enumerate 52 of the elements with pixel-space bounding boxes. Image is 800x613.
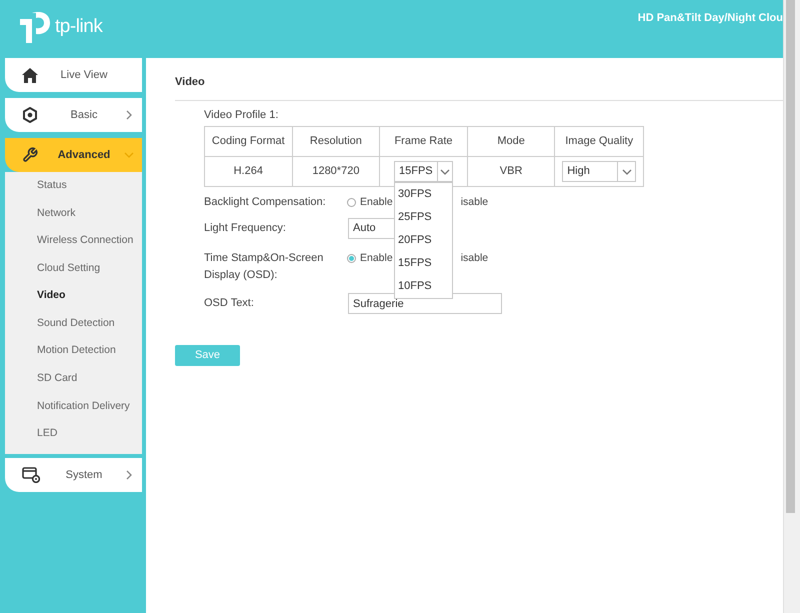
submenu-item[interactable]: Video bbox=[5, 282, 142, 310]
column-header: Frame Rate bbox=[380, 127, 468, 157]
column-header: Mode bbox=[468, 127, 556, 157]
submenu-item[interactable]: Wireless Connection bbox=[5, 227, 142, 255]
radio-option[interactable]: isable bbox=[460, 251, 488, 267]
table-cell-text: 1280*720 bbox=[312, 164, 360, 180]
product-title: HD Pan&Tilt Day/Night Clou bbox=[638, 11, 783, 26]
osd-text-field[interactable]: Sufragerie bbox=[348, 293, 502, 314]
profile-label: Video Profile 1: bbox=[204, 108, 280, 122]
column-header: Resolution bbox=[292, 127, 380, 157]
chevron-icon bbox=[622, 166, 632, 176]
home-icon bbox=[22, 68, 38, 82]
nav-item[interactable]: System bbox=[5, 458, 142, 492]
chevron-icon bbox=[440, 166, 450, 176]
gear-icon bbox=[22, 107, 38, 123]
scrollbar-thumb[interactable] bbox=[786, 0, 795, 513]
field-label: Light Frequency: bbox=[204, 221, 287, 236]
chevron-icon bbox=[124, 110, 134, 120]
table-cell-text: H.264 bbox=[234, 164, 263, 180]
field-label: Time Stamp&On-Screen Display (OSD): bbox=[204, 251, 324, 283]
chevron-icon bbox=[124, 470, 134, 480]
column-header: Coding Format bbox=[205, 127, 293, 157]
submenu-item[interactable]: LED bbox=[5, 420, 142, 448]
logo-icon bbox=[18, 10, 52, 44]
dropdown-option[interactable]: 30FPS bbox=[394, 183, 452, 206]
submenu-item[interactable]: Network bbox=[5, 200, 142, 228]
submenu-item[interactable]: Notification Delivery bbox=[5, 392, 142, 420]
submenu-item[interactable]: Sound Detection bbox=[5, 310, 142, 338]
nav-item[interactable]: Advanced bbox=[5, 138, 142, 172]
submenu-item[interactable]: Motion Detection bbox=[5, 338, 142, 366]
browser-gear-icon bbox=[22, 466, 40, 483]
table-cell-text: VBR bbox=[500, 164, 522, 180]
radio-option[interactable]: Enable bbox=[347, 195, 393, 211]
dropdown-option[interactable]: 15FPS bbox=[394, 252, 452, 275]
radio-option[interactable]: isable bbox=[460, 195, 488, 211]
field-label: OSD Text: bbox=[204, 296, 255, 311]
nav-item[interactable]: Live View bbox=[5, 58, 142, 92]
submenu-item[interactable]: SD Card bbox=[5, 365, 142, 393]
radio-option[interactable]: Enable bbox=[347, 251, 393, 267]
field-label: Backlight Compensation: bbox=[204, 195, 327, 210]
radio-button[interactable] bbox=[347, 254, 356, 264]
nav-item[interactable]: Basic bbox=[5, 98, 142, 132]
submenu-item[interactable]: Cloud Setting bbox=[5, 254, 142, 282]
radio-button[interactable] bbox=[347, 198, 356, 208]
logo: tp-link bbox=[18, 10, 102, 44]
wrench-icon bbox=[22, 147, 38, 163]
dropdown[interactable]: 15FPS bbox=[394, 161, 453, 182]
submenu-item[interactable]: Status bbox=[5, 172, 142, 200]
chevron-icon bbox=[124, 150, 134, 160]
dropdown[interactable]: High bbox=[562, 161, 636, 182]
section-title: Video bbox=[175, 75, 206, 90]
column-header: Image Quality bbox=[555, 127, 643, 157]
